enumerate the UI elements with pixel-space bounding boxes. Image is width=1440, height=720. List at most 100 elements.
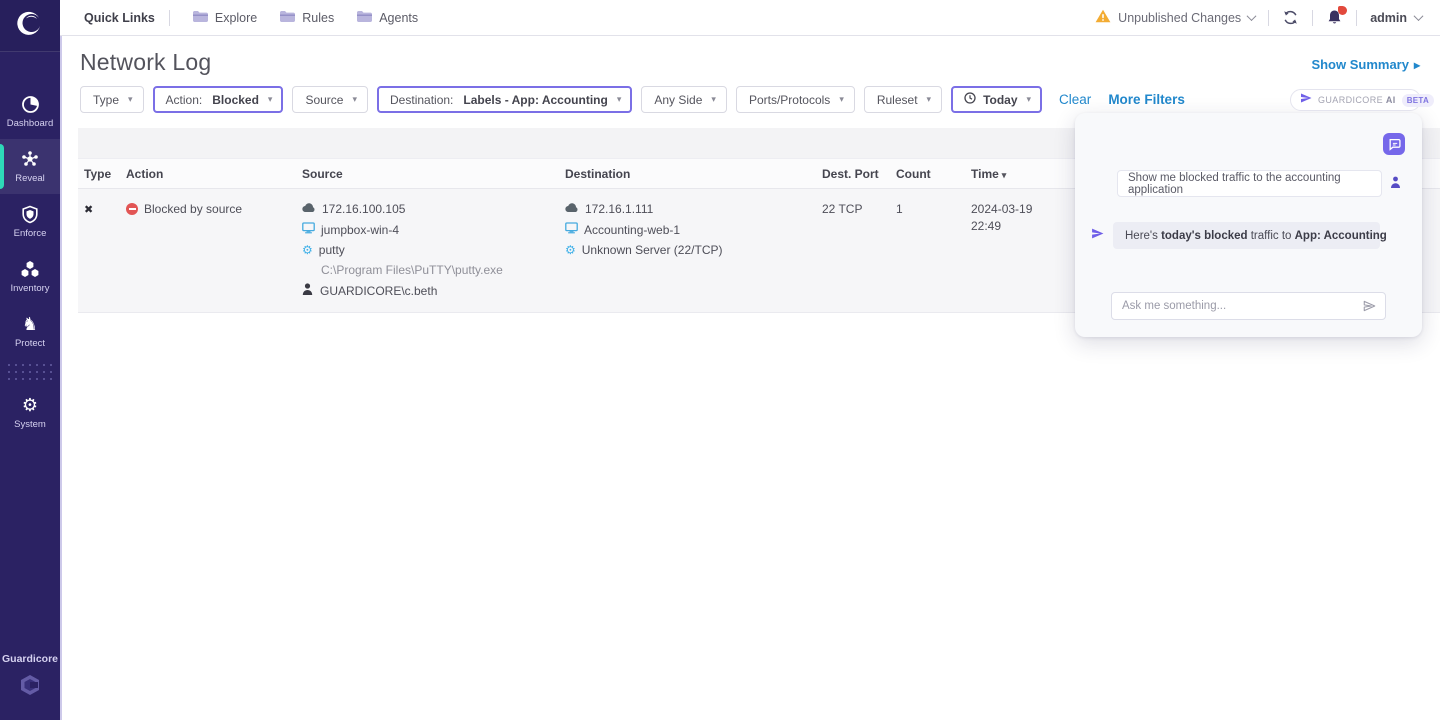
cell-destination: 172.16.1.111 Accounting-web-1 ⚙ Unknown …: [565, 202, 822, 298]
chip-value: Labels - App: Accounting: [463, 93, 607, 107]
column-header-type[interactable]: Type: [84, 167, 126, 181]
chevron-down-icon: [927, 94, 932, 105]
filter-bar: Type Action:Blocked Source Destination: L…: [80, 86, 1185, 113]
system-gear-icon: ⚙: [20, 395, 40, 415]
user-message-text: Show me blocked traffic to the accountin…: [1128, 172, 1371, 196]
bot-message-text: Here's: [1125, 230, 1161, 242]
topbar-divider: [1356, 10, 1357, 26]
chevron-down-icon: [352, 94, 357, 105]
nav-item-label: Agents: [379, 11, 418, 25]
guardicore-ai-badge[interactable]: GUARDICORE AI BETA ✕: [1290, 89, 1421, 111]
filter-chip-ports-protocols[interactable]: Ports/Protocols: [736, 86, 855, 113]
sidebar-item-label: System: [14, 419, 46, 430]
nav-item-agents[interactable]: Agents: [356, 10, 418, 26]
column-header-count[interactable]: Count: [896, 167, 971, 181]
source-process-path: C:\Program Files\PuTTY\putty.exe: [321, 263, 503, 277]
sidebar-item-protect[interactable]: ♞ Protect: [0, 304, 60, 359]
clear-filters-link[interactable]: Clear: [1059, 92, 1091, 107]
sidebar-item-inventory[interactable]: Inventory: [0, 249, 60, 304]
filter-chip-time-today[interactable]: Today: [951, 86, 1042, 113]
new-chat-button[interactable]: [1383, 133, 1405, 155]
process-gear-icon: ⚙: [302, 244, 313, 256]
clock-icon: [964, 92, 976, 107]
column-header-source[interactable]: Source: [302, 167, 565, 181]
sidebar-item-reveal[interactable]: Reveal: [0, 139, 60, 194]
notification-badge: [1338, 6, 1347, 15]
service-gear-icon: ⚙: [565, 244, 576, 256]
unpublished-changes-label: Unpublished Changes: [1118, 11, 1241, 25]
topbar-divider: [1268, 10, 1269, 26]
column-header-action[interactable]: Action: [126, 167, 302, 181]
user-message-bubble: Show me blocked traffic to the accountin…: [1117, 170, 1382, 197]
sidebar-item-label: Reveal: [15, 173, 45, 184]
unpublished-changes-dropdown[interactable]: Unpublished Changes: [1095, 9, 1255, 26]
nav-item-rules[interactable]: Rules: [279, 10, 334, 26]
user-avatar-icon: [1390, 175, 1401, 193]
sidebar-item-system[interactable]: ⚙ System: [0, 385, 60, 440]
warning-icon: [1095, 9, 1111, 26]
action-label: Blocked by source: [144, 202, 242, 216]
destination-service: Unknown Server (22/TCP): [582, 243, 723, 257]
chip-label: Ruleset: [877, 93, 918, 107]
ask-me-input[interactable]: [1122, 300, 1362, 312]
chip-label: Destination:: [390, 93, 453, 107]
cell-source: 172.16.100.105 jumpbox-win-4 ⚙ putty C:\…: [302, 202, 565, 298]
column-header-destination[interactable]: Destination: [565, 167, 822, 181]
show-summary-link[interactable]: Show Summary: [1311, 57, 1420, 72]
folder-icon: [356, 10, 373, 26]
sidebar-item-label: Dashboard: [7, 118, 53, 129]
filter-chip-type[interactable]: Type: [80, 86, 144, 113]
count-value: 1: [896, 202, 903, 216]
filter-chip-action[interactable]: Action:Blocked: [153, 86, 284, 113]
refresh-button[interactable]: [1282, 9, 1299, 26]
quick-links-button[interactable]: Quick Links: [84, 11, 155, 25]
chevron-down-icon: [617, 94, 622, 105]
chevron-down-icon: [1027, 94, 1032, 105]
cell-count: 1: [896, 202, 971, 298]
filter-chip-any-side[interactable]: Any Side: [641, 86, 727, 113]
content-left-divider: [60, 36, 62, 720]
nav-item-explore[interactable]: Explore: [192, 10, 257, 26]
guardicore-swirl-icon: [16, 9, 44, 42]
ai-input-wrap: [1111, 292, 1386, 320]
more-filters-link[interactable]: More Filters: [1108, 92, 1185, 107]
chevron-down-icon: [128, 94, 133, 105]
connection-failed-x-icon: [84, 202, 93, 216]
sidebar-dotted-divider: [8, 359, 52, 385]
blocked-icon: [126, 203, 138, 215]
chip-value: Today: [983, 93, 1017, 107]
source-hostname: jumpbox-win-4: [321, 223, 399, 237]
paper-plane-icon: [1300, 91, 1312, 109]
brand-logo[interactable]: [0, 0, 60, 52]
destination-hostname: Accounting-web-1: [584, 223, 680, 237]
username-label: admin: [1370, 11, 1407, 25]
sidebar-item-enforce[interactable]: Enforce: [0, 194, 60, 249]
filter-chip-source[interactable]: Source: [292, 86, 368, 113]
source-username: GUARDICORE\c.beth: [320, 284, 437, 298]
column-header-dest-port[interactable]: Dest. Port: [822, 167, 896, 181]
bot-message-bubble: Here's today's blocked traffic to App: A…: [1113, 222, 1380, 249]
cloud-ip-icon: [302, 202, 316, 216]
chevron-down-icon: [1414, 11, 1424, 21]
enforce-shield-icon: [20, 204, 40, 224]
user-menu[interactable]: admin: [1370, 11, 1422, 25]
cell-type: [84, 202, 126, 298]
filter-chip-ruleset[interactable]: Ruleset: [864, 86, 942, 113]
chip-label: Source: [305, 93, 343, 107]
chevron-down-icon: [839, 94, 844, 105]
source-ip: 172.16.100.105: [322, 202, 405, 216]
send-icon[interactable]: [1362, 299, 1377, 313]
page-title: Network Log: [80, 49, 211, 76]
sidebar-item-label: Enforce: [14, 228, 47, 239]
sidebar-nav: Dashboard Reveal Enforce: [0, 84, 60, 440]
sidebar-item-label: Inventory: [10, 283, 49, 294]
filter-chip-destination[interactable]: Destination: Labels - App: Accounting: [377, 86, 632, 113]
notifications-bell-button[interactable]: [1326, 9, 1343, 26]
sidebar-item-label: Protect: [15, 338, 45, 349]
cell-dest-port: 22 TCP: [822, 202, 896, 298]
chevron-down-icon: [268, 94, 273, 105]
ai-chat-panel: Show me blocked traffic to the accountin…: [1075, 113, 1422, 337]
sidebar-item-dashboard[interactable]: Dashboard: [0, 84, 60, 139]
brand-name: Guardicore: [0, 653, 60, 665]
chip-value: Blocked: [212, 93, 259, 107]
